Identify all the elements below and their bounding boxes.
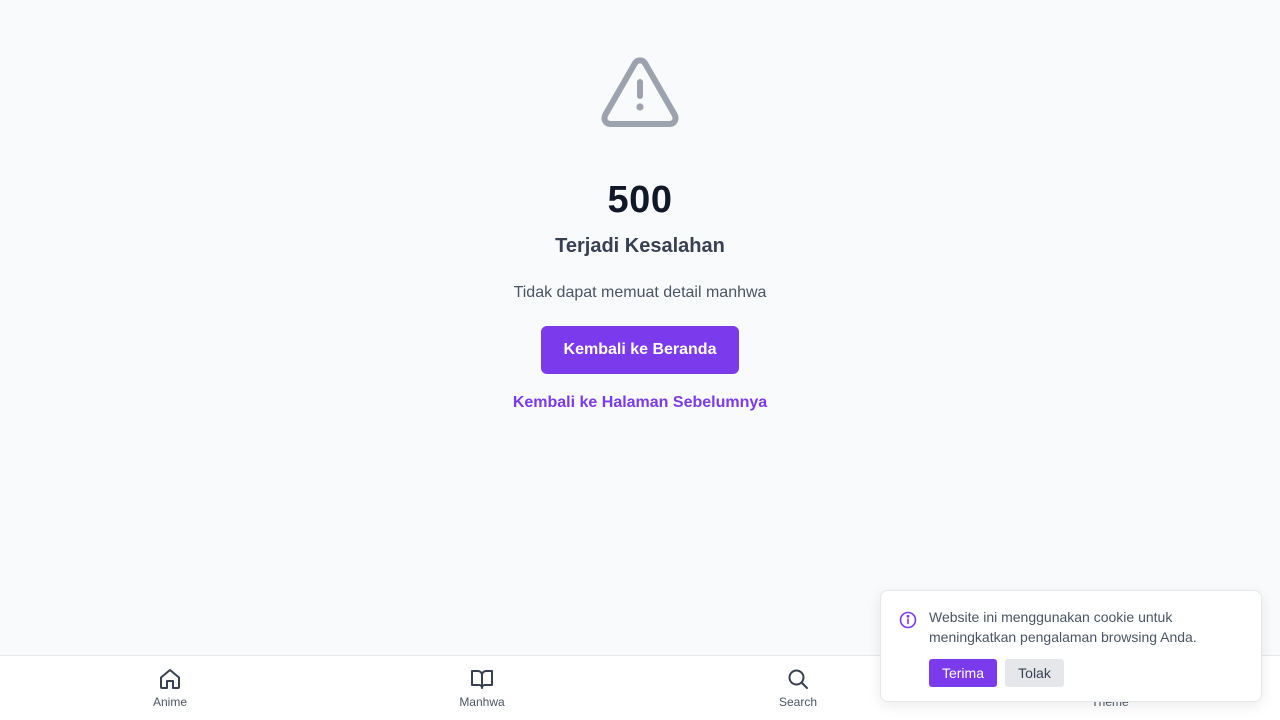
error-message: Tidak dapat memuat detail manhwa — [513, 284, 767, 301]
error-code: 500 — [607, 179, 673, 221]
back-link[interactable]: Kembali ke Halaman Sebelumnya — [513, 392, 767, 414]
home-icon — [160, 669, 180, 689]
book-open-icon — [471, 670, 493, 689]
nav-item-manhwa[interactable]: Manhwa — [422, 656, 542, 720]
nav-label-manhwa: Manhwa — [459, 695, 505, 709]
info-icon — [899, 611, 917, 629]
home-button[interactable]: Kembali ke Beranda — [541, 326, 739, 374]
error-content: 500 Terjadi Kesalahan Tidak dapat memuat… — [0, 0, 1280, 414]
cookie-banner: Website ini menggunakan cookie untuk men… — [880, 590, 1262, 702]
nav-item-search[interactable]: Search — [738, 656, 858, 720]
warning-triangle-icon — [601, 57, 679, 127]
nav-label-anime: Anime — [152, 695, 187, 709]
error-page: 500 Terjadi Kesalahan Tidak dapat memuat… — [0, 0, 1280, 720]
accept-cookie-button[interactable]: Terima — [929, 659, 997, 687]
reject-cookie-button[interactable]: Tolak — [1005, 659, 1064, 687]
nav-label-search: Search — [778, 695, 818, 709]
error-title: Terjadi Kesalahan — [555, 235, 725, 257]
cookie-message: Website ini menggunakan cookie untuk men… — [929, 609, 1197, 645]
nav-item-anime[interactable]: Anime — [110, 656, 230, 720]
search-icon — [788, 669, 808, 689]
